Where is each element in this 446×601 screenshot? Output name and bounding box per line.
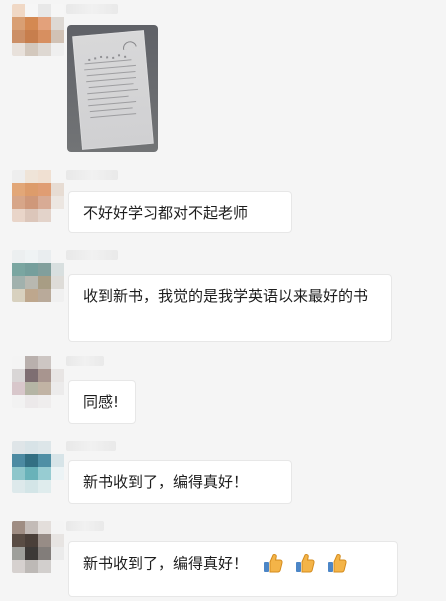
message-bubble[interactable]: 收到新书，我觉的是我学英语以来最好的书 <box>68 274 392 342</box>
message-bubble[interactable]: 新书收到了，编得真好！ <box>68 541 398 597</box>
photo-line <box>86 76 137 83</box>
photo-dot <box>88 58 91 62</box>
thumbs-up-icon <box>295 553 315 573</box>
photo-line <box>84 64 136 71</box>
thumbs-up-icon <box>327 553 347 573</box>
message-5: 新书收到了，编得真好！ <box>0 437 446 517</box>
thumbs-up-icon <box>259 550 287 578</box>
message-text: 不好好学习都对不起老师 <box>83 204 249 222</box>
message-6: 新书收到了，编得真好！ <box>0 517 446 601</box>
avatar[interactable] <box>12 250 64 302</box>
thumbs-up-icon <box>323 550 351 578</box>
photo-line <box>84 59 132 65</box>
sender-name <box>66 4 118 14</box>
message-3: 收到新书，我觉的是我学英语以来最好的书 <box>0 246 446 346</box>
thumbs-up-icon <box>263 553 283 573</box>
photo-dot <box>106 56 109 59</box>
avatar[interactable] <box>12 441 64 493</box>
photo-dot <box>94 57 97 60</box>
shared-photo[interactable] <box>67 25 158 152</box>
photo-dot <box>112 56 115 59</box>
message-4: 同感! <box>0 352 446 432</box>
message-bubble[interactable]: 同感! <box>68 380 136 424</box>
message-text: 同感! <box>83 393 120 411</box>
message-2: 不好好学习都对不起老师 <box>0 166 446 246</box>
photo-line <box>88 101 137 107</box>
paper-image <box>72 30 154 150</box>
photo-line <box>90 113 137 119</box>
photo-line <box>87 88 139 95</box>
avatar[interactable] <box>12 170 64 222</box>
photo-dot <box>99 55 103 58</box>
message-1 <box>0 0 446 160</box>
message-text: 新书收到了，编得真好！ <box>83 473 249 491</box>
message-bubble[interactable]: 不好好学习都对不起老师 <box>68 191 292 233</box>
avatar[interactable] <box>12 4 64 56</box>
photo-line <box>86 70 136 77</box>
photo-mark <box>121 39 137 51</box>
photo-dot <box>124 55 127 58</box>
sender-name <box>66 356 104 366</box>
message-text: 新书收到了，编得真好！ <box>83 554 249 573</box>
sender-name <box>66 250 118 260</box>
photo-dot <box>117 54 121 57</box>
message-bubble[interactable]: 新书收到了，编得真好！ <box>68 460 292 504</box>
photo-line <box>88 83 134 89</box>
avatar[interactable] <box>12 356 64 408</box>
avatar[interactable] <box>12 521 64 573</box>
photo-line <box>89 107 133 113</box>
thumbs-up-icon <box>291 550 319 578</box>
sender-name <box>66 441 116 451</box>
message-text: 收到新书，我觉的是我学英语以来最好的书 <box>83 287 369 305</box>
sender-name <box>66 521 104 531</box>
emoji-row <box>259 550 351 578</box>
sender-name <box>66 170 118 180</box>
photo-line <box>87 95 129 101</box>
